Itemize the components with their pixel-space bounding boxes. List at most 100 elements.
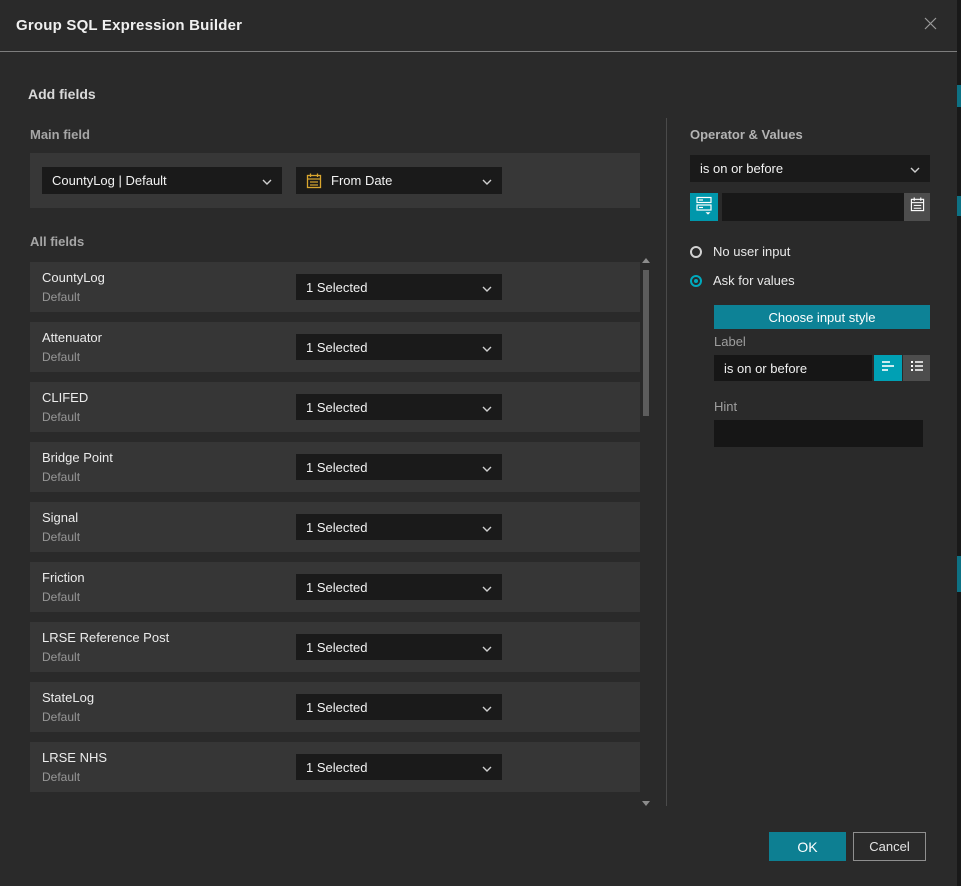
field-source: Default: [42, 530, 80, 544]
chevron-down-icon: [482, 280, 492, 295]
edge-fragment: [957, 196, 961, 216]
field-name: Bridge Point: [42, 450, 113, 465]
radio-circle[interactable]: [690, 246, 702, 258]
all-fields-label: All fields: [30, 234, 84, 249]
operator-values-heading: Operator & Values: [690, 127, 803, 142]
main-field-label: Main field: [30, 127, 90, 142]
chevron-down-icon: [482, 400, 492, 415]
hint-caption: Hint: [714, 399, 737, 414]
label-input[interactable]: [714, 355, 872, 381]
field-row: CountyLog Default 1 Selected: [30, 262, 640, 312]
edge-fragment: [957, 85, 961, 107]
radio-label: Ask for values: [713, 273, 795, 288]
scrollbar-thumb[interactable]: [643, 270, 649, 416]
list-input-style-button[interactable]: [903, 355, 930, 381]
values-select[interactable]: 1 Selected: [296, 634, 502, 660]
field-source: Default: [42, 410, 80, 424]
unique-values-button[interactable]: [690, 193, 718, 221]
field-name: CountyLog: [42, 270, 105, 285]
field-name: CLIFED: [42, 390, 88, 405]
chevron-down-icon: [482, 460, 492, 475]
field-name: Friction: [42, 570, 85, 585]
field-row: LRSE Reference Post Default 1 Selected: [30, 622, 640, 672]
close-icon: [923, 16, 938, 36]
values-select[interactable]: 1 Selected: [296, 394, 502, 420]
scroll-up-arrow-icon[interactable]: [642, 258, 650, 263]
radio-label: No user input: [713, 244, 790, 259]
chevron-down-icon: [482, 700, 492, 715]
scroll-down-arrow-icon[interactable]: [642, 801, 650, 806]
field-source: Default: [42, 290, 80, 304]
single-line-input-style-button[interactable]: [874, 355, 902, 381]
values-select-value: 1 Selected: [306, 580, 367, 595]
chevron-down-icon: [482, 640, 492, 655]
values-select[interactable]: 1 Selected: [296, 574, 502, 600]
scrollbar[interactable]: [642, 258, 650, 806]
field-name: LRSE Reference Post: [42, 630, 169, 645]
close-button[interactable]: [917, 13, 943, 39]
values-select[interactable]: 1 Selected: [296, 334, 502, 360]
field-source: Default: [42, 770, 80, 784]
align-left-icon: [880, 359, 896, 378]
calendar-icon: [910, 197, 925, 217]
background-edge-strip: [957, 0, 961, 886]
values-select-value: 1 Selected: [306, 640, 367, 655]
all-fields-list: CountyLog Default 1 Selected Attenuator …: [30, 262, 640, 802]
operator-select-value: is on or before: [700, 161, 783, 176]
calendar-icon: [306, 173, 322, 189]
main-field-select[interactable]: From Date: [296, 167, 502, 194]
bulleted-list-icon: [909, 359, 925, 378]
field-source: Default: [42, 350, 80, 364]
field-source: Default: [42, 470, 80, 484]
radio-ask-for-values[interactable]: Ask for values: [690, 273, 795, 288]
chevron-down-icon: [482, 340, 492, 355]
layer-select[interactable]: CountyLog | Default: [42, 167, 282, 194]
hint-input[interactable]: [714, 420, 923, 447]
field-source: Default: [42, 650, 80, 664]
ok-button[interactable]: OK: [769, 832, 846, 861]
value-input[interactable]: [722, 193, 904, 221]
choose-input-style-button[interactable]: Choose input style: [714, 305, 930, 329]
group-sql-expression-builder-dialog: Group SQL Expression Builder Add fields …: [0, 0, 961, 886]
main-field-select-value: From Date: [331, 173, 392, 188]
field-name: Attenuator: [42, 330, 102, 345]
values-select-value: 1 Selected: [306, 400, 367, 415]
field-source: Default: [42, 590, 80, 604]
field-row: CLIFED Default 1 Selected: [30, 382, 640, 432]
field-source: Default: [42, 710, 80, 724]
values-select[interactable]: 1 Selected: [296, 274, 502, 300]
values-select-value: 1 Selected: [306, 280, 367, 295]
edge-fragment: [957, 556, 961, 592]
radio-circle-checked[interactable]: [690, 275, 702, 287]
layer-select-value: CountyLog | Default: [52, 173, 167, 188]
field-row: Bridge Point Default 1 Selected: [30, 442, 640, 492]
page-title: Group SQL Expression Builder: [16, 0, 242, 52]
field-row: Friction Default 1 Selected: [30, 562, 640, 612]
values-select[interactable]: 1 Selected: [296, 454, 502, 480]
field-row: Signal Default 1 Selected: [30, 502, 640, 552]
values-select-value: 1 Selected: [306, 460, 367, 475]
label-caption: Label: [714, 334, 746, 349]
title-bar: Group SQL Expression Builder: [0, 0, 957, 52]
date-picker-button[interactable]: [904, 193, 930, 221]
field-name: Signal: [42, 510, 78, 525]
values-select-value: 1 Selected: [306, 340, 367, 355]
field-row: StateLog Default 1 Selected: [30, 682, 640, 732]
field-row: LRSE NHS Default 1 Selected: [30, 742, 640, 792]
radio-no-user-input[interactable]: No user input: [690, 244, 790, 259]
panel-divider: [666, 118, 667, 806]
values-select[interactable]: 1 Selected: [296, 754, 502, 780]
field-name: StateLog: [42, 690, 94, 705]
unique-values-icon: [695, 195, 713, 220]
operator-select[interactable]: is on or before: [690, 155, 930, 182]
chevron-down-icon: [482, 760, 492, 775]
values-select[interactable]: 1 Selected: [296, 694, 502, 720]
main-field-panel: CountyLog | Default From Date: [30, 153, 640, 208]
chevron-down-icon: [910, 161, 920, 176]
chevron-down-icon: [482, 173, 492, 188]
field-row: Attenuator Default 1 Selected: [30, 322, 640, 372]
values-select[interactable]: 1 Selected: [296, 514, 502, 540]
values-select-value: 1 Selected: [306, 760, 367, 775]
cancel-button[interactable]: Cancel: [853, 832, 926, 861]
add-fields-heading: Add fields: [28, 86, 96, 102]
